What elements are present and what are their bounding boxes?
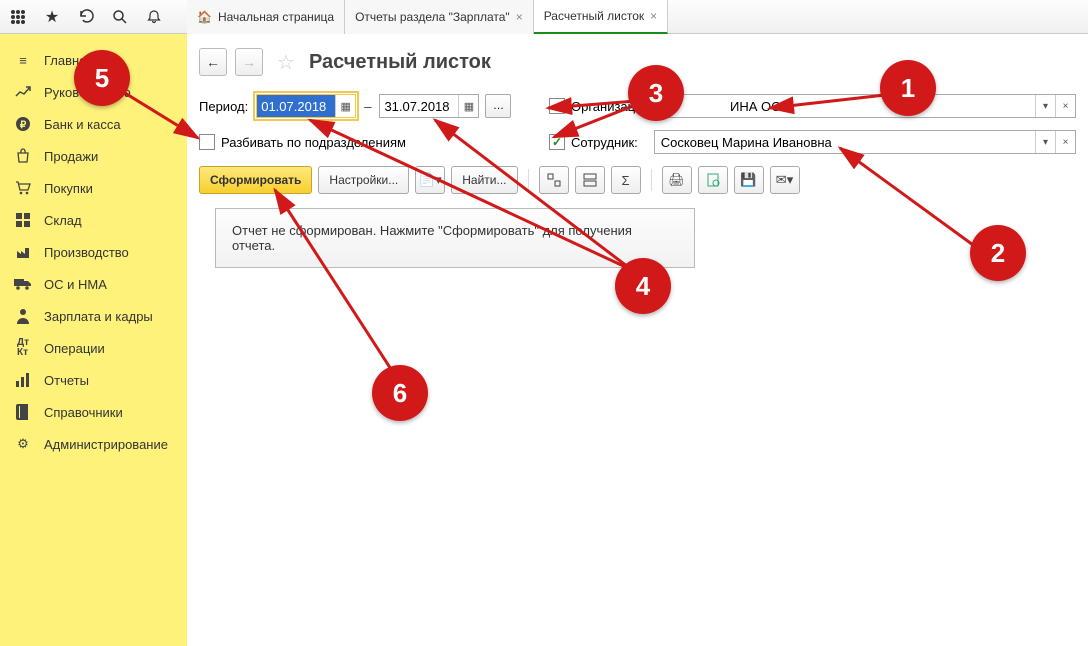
nav-back-button[interactable]: ← — [199, 48, 227, 76]
clear-icon[interactable]: × — [1055, 95, 1075, 117]
save-button[interactable]: 💾 — [734, 166, 764, 194]
history-icon[interactable] — [76, 7, 96, 27]
sum-button[interactable]: Σ — [611, 166, 641, 194]
employee-label: Сотрудник: — [571, 135, 638, 150]
dropdown-icon[interactable]: ▾ — [1035, 131, 1055, 153]
star-icon[interactable]: ★ — [42, 7, 62, 27]
operations-icon: ДтКт — [14, 339, 32, 357]
print-button[interactable]: 🖨 — [662, 166, 692, 194]
factory-icon — [14, 243, 32, 261]
calendar-icon[interactable]: ▦ — [335, 95, 355, 117]
date-from-input[interactable] — [257, 95, 335, 117]
calendar-icon[interactable]: ▦ — [458, 95, 478, 117]
variant-button[interactable]: 📄▾ — [415, 166, 445, 194]
grid-icon — [14, 211, 32, 229]
person-icon — [14, 307, 32, 325]
tab-payslip[interactable]: Расчетный листок × — [534, 0, 668, 34]
svg-text:₽: ₽ — [20, 120, 27, 131]
close-icon[interactable]: × — [650, 9, 657, 23]
book-icon — [14, 403, 32, 421]
apps-icon[interactable] — [8, 7, 28, 27]
employee-input[interactable] — [655, 131, 1035, 153]
filter-row-2: Разбивать по подразделениям Сотрудник: ▾… — [199, 130, 1076, 154]
close-icon[interactable]: × — [516, 10, 523, 24]
sidebar-item-assets[interactable]: ОС и НМА — [0, 268, 187, 300]
sidebar-item-sales[interactable]: Продажи — [0, 140, 187, 172]
annotation-marker-4: 4 — [615, 258, 671, 314]
home-icon: 🏠 — [197, 10, 212, 24]
tab-reports[interactable]: Отчеты раздела "Зарплата" × — [345, 0, 534, 34]
bar-chart-icon — [14, 371, 32, 389]
clear-icon[interactable]: × — [1055, 131, 1075, 153]
tab-home[interactable]: 🏠 Начальная страница — [187, 0, 345, 34]
find-button[interactable]: Найти... — [451, 166, 517, 194]
bell-icon[interactable] — [144, 7, 164, 27]
sidebar-item-warehouse[interactable]: Склад — [0, 204, 187, 236]
generate-button[interactable]: Сформировать — [199, 166, 312, 194]
nav-forward-button[interactable]: → — [235, 48, 263, 76]
sidebar-item-production[interactable]: Производство — [0, 236, 187, 268]
favorite-icon[interactable]: ☆ — [277, 50, 295, 75]
annotation-marker-3: 3 — [628, 65, 684, 121]
annotation-marker-2: 2 — [970, 225, 1026, 281]
date-to-input[interactable] — [380, 95, 458, 117]
sidebar-item-admin[interactable]: ⚙Администрирование — [0, 428, 187, 460]
split-checkbox[interactable] — [199, 134, 215, 150]
employee-checkbox[interactable] — [549, 134, 565, 150]
tab-reports-label: Отчеты раздела "Зарплата" — [355, 10, 510, 24]
sidebar: ≡Главное Руководителю ₽Банк и касса Прод… — [0, 34, 187, 646]
preview-button[interactable] — [698, 166, 728, 194]
chart-up-icon — [14, 83, 32, 101]
tab-payslip-label: Расчетный листок — [544, 9, 644, 23]
sidebar-item-catalogs[interactable]: Справочники — [0, 396, 187, 428]
sidebar-item-operations[interactable]: ДтКтОперации — [0, 332, 187, 364]
page-title: Расчетный листок — [309, 51, 491, 74]
tab-home-label: Начальная страница — [218, 10, 334, 24]
sidebar-item-purchases[interactable]: Покупки — [0, 172, 187, 204]
cart-icon — [14, 179, 32, 197]
collapse-button[interactable] — [575, 166, 605, 194]
top-toolbar: ★ 🏠 Начальная страница Отчеты раздела "З… — [0, 0, 1088, 34]
bag-icon — [14, 147, 32, 165]
ruble-icon: ₽ — [14, 115, 32, 133]
sidebar-item-bank[interactable]: ₽Банк и касса — [0, 108, 187, 140]
report-placeholder: Отчет не сформирован. Нажмите "Сформиров… — [215, 208, 695, 268]
org-checkbox[interactable] — [549, 98, 565, 114]
org-field[interactable]: ▾ × — [669, 94, 1076, 118]
tab-bar: 🏠 Начальная страница Отчеты раздела "Зар… — [187, 0, 1088, 34]
sidebar-item-reports[interactable]: Отчеты — [0, 364, 187, 396]
dropdown-icon[interactable]: ▾ — [1035, 95, 1055, 117]
command-toolbar: Сформировать Настройки... 📄▾ Найти... Σ … — [199, 166, 1076, 194]
annotation-marker-5: 5 — [74, 50, 130, 106]
employee-field[interactable]: ▾ × — [654, 130, 1076, 154]
search-icon[interactable] — [110, 7, 130, 27]
date-from-field[interactable]: ▦ — [256, 94, 356, 118]
email-button[interactable]: ✉▾ — [770, 166, 800, 194]
sidebar-item-salary[interactable]: Зарплата и кадры — [0, 300, 187, 332]
annotation-marker-1: 1 — [880, 60, 936, 116]
gear-icon: ⚙ — [14, 435, 32, 453]
top-icon-group: ★ — [0, 7, 187, 27]
split-label: Разбивать по подразделениям — [221, 135, 406, 150]
org-input[interactable] — [670, 95, 1035, 117]
main-area: ← → ☆ Расчетный листок Период: ▦ – ▦ … — [187, 34, 1088, 646]
period-picker-button[interactable]: … — [485, 94, 511, 118]
menu-icon: ≡ — [14, 51, 32, 69]
date-to-field[interactable]: ▦ — [379, 94, 479, 118]
annotation-marker-6: 6 — [372, 365, 428, 421]
settings-button[interactable]: Настройки... — [318, 166, 409, 194]
truck-icon — [14, 275, 32, 293]
expand-groups-button[interactable] — [539, 166, 569, 194]
period-label: Период: — [199, 99, 248, 114]
